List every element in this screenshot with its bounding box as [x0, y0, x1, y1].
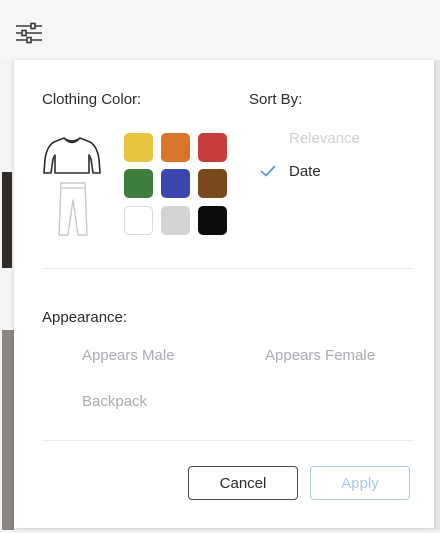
background-photo-left [2, 172, 12, 268]
sort-option-date[interactable]: Date [289, 163, 321, 180]
clothing-color-label: Clothing Color: [42, 91, 142, 108]
appearance-option-male[interactable]: Appears Male [82, 347, 175, 364]
swatch-orange[interactable] [161, 133, 190, 162]
filter-panel: Clothing Color: Sort By: Relevance Date … [14, 60, 434, 528]
divider-bottom [42, 440, 414, 441]
toolbar [0, 0, 440, 60]
pants-selector[interactable] [56, 180, 90, 243]
sliders-icon [16, 22, 42, 44]
background-photo-left-lower [2, 330, 14, 530]
shirt-icon [43, 137, 101, 174]
appearance-option-female[interactable]: Appears Female [265, 347, 375, 364]
swatch-brown[interactable] [198, 169, 227, 198]
swatch-black[interactable] [198, 206, 227, 235]
shirt-selector[interactable] [42, 135, 102, 182]
swatch-green[interactable] [124, 169, 153, 198]
stage: Clothing Color: Sort By: Relevance Date … [0, 0, 440, 533]
cancel-button[interactable]: Cancel [188, 466, 298, 500]
appearance-option-backpack[interactable]: Backpack [82, 393, 147, 410]
pants-icon [58, 182, 88, 236]
swatch-white[interactable] [124, 206, 153, 235]
apply-button[interactable]: Apply [310, 466, 410, 500]
checkmark-icon [260, 164, 276, 182]
sort-option-relevance[interactable]: Relevance [289, 130, 360, 147]
swatch-red[interactable] [198, 133, 227, 162]
swatch-gray[interactable] [161, 206, 190, 235]
sort-by-label: Sort By: [249, 91, 303, 108]
background-photo-right [434, 60, 440, 530]
filter-button[interactable] [12, 18, 46, 48]
swatch-blue[interactable] [161, 169, 190, 198]
appearance-label: Appearance: [42, 309, 128, 326]
divider-top [42, 268, 414, 269]
swatch-yellow[interactable] [124, 133, 153, 162]
